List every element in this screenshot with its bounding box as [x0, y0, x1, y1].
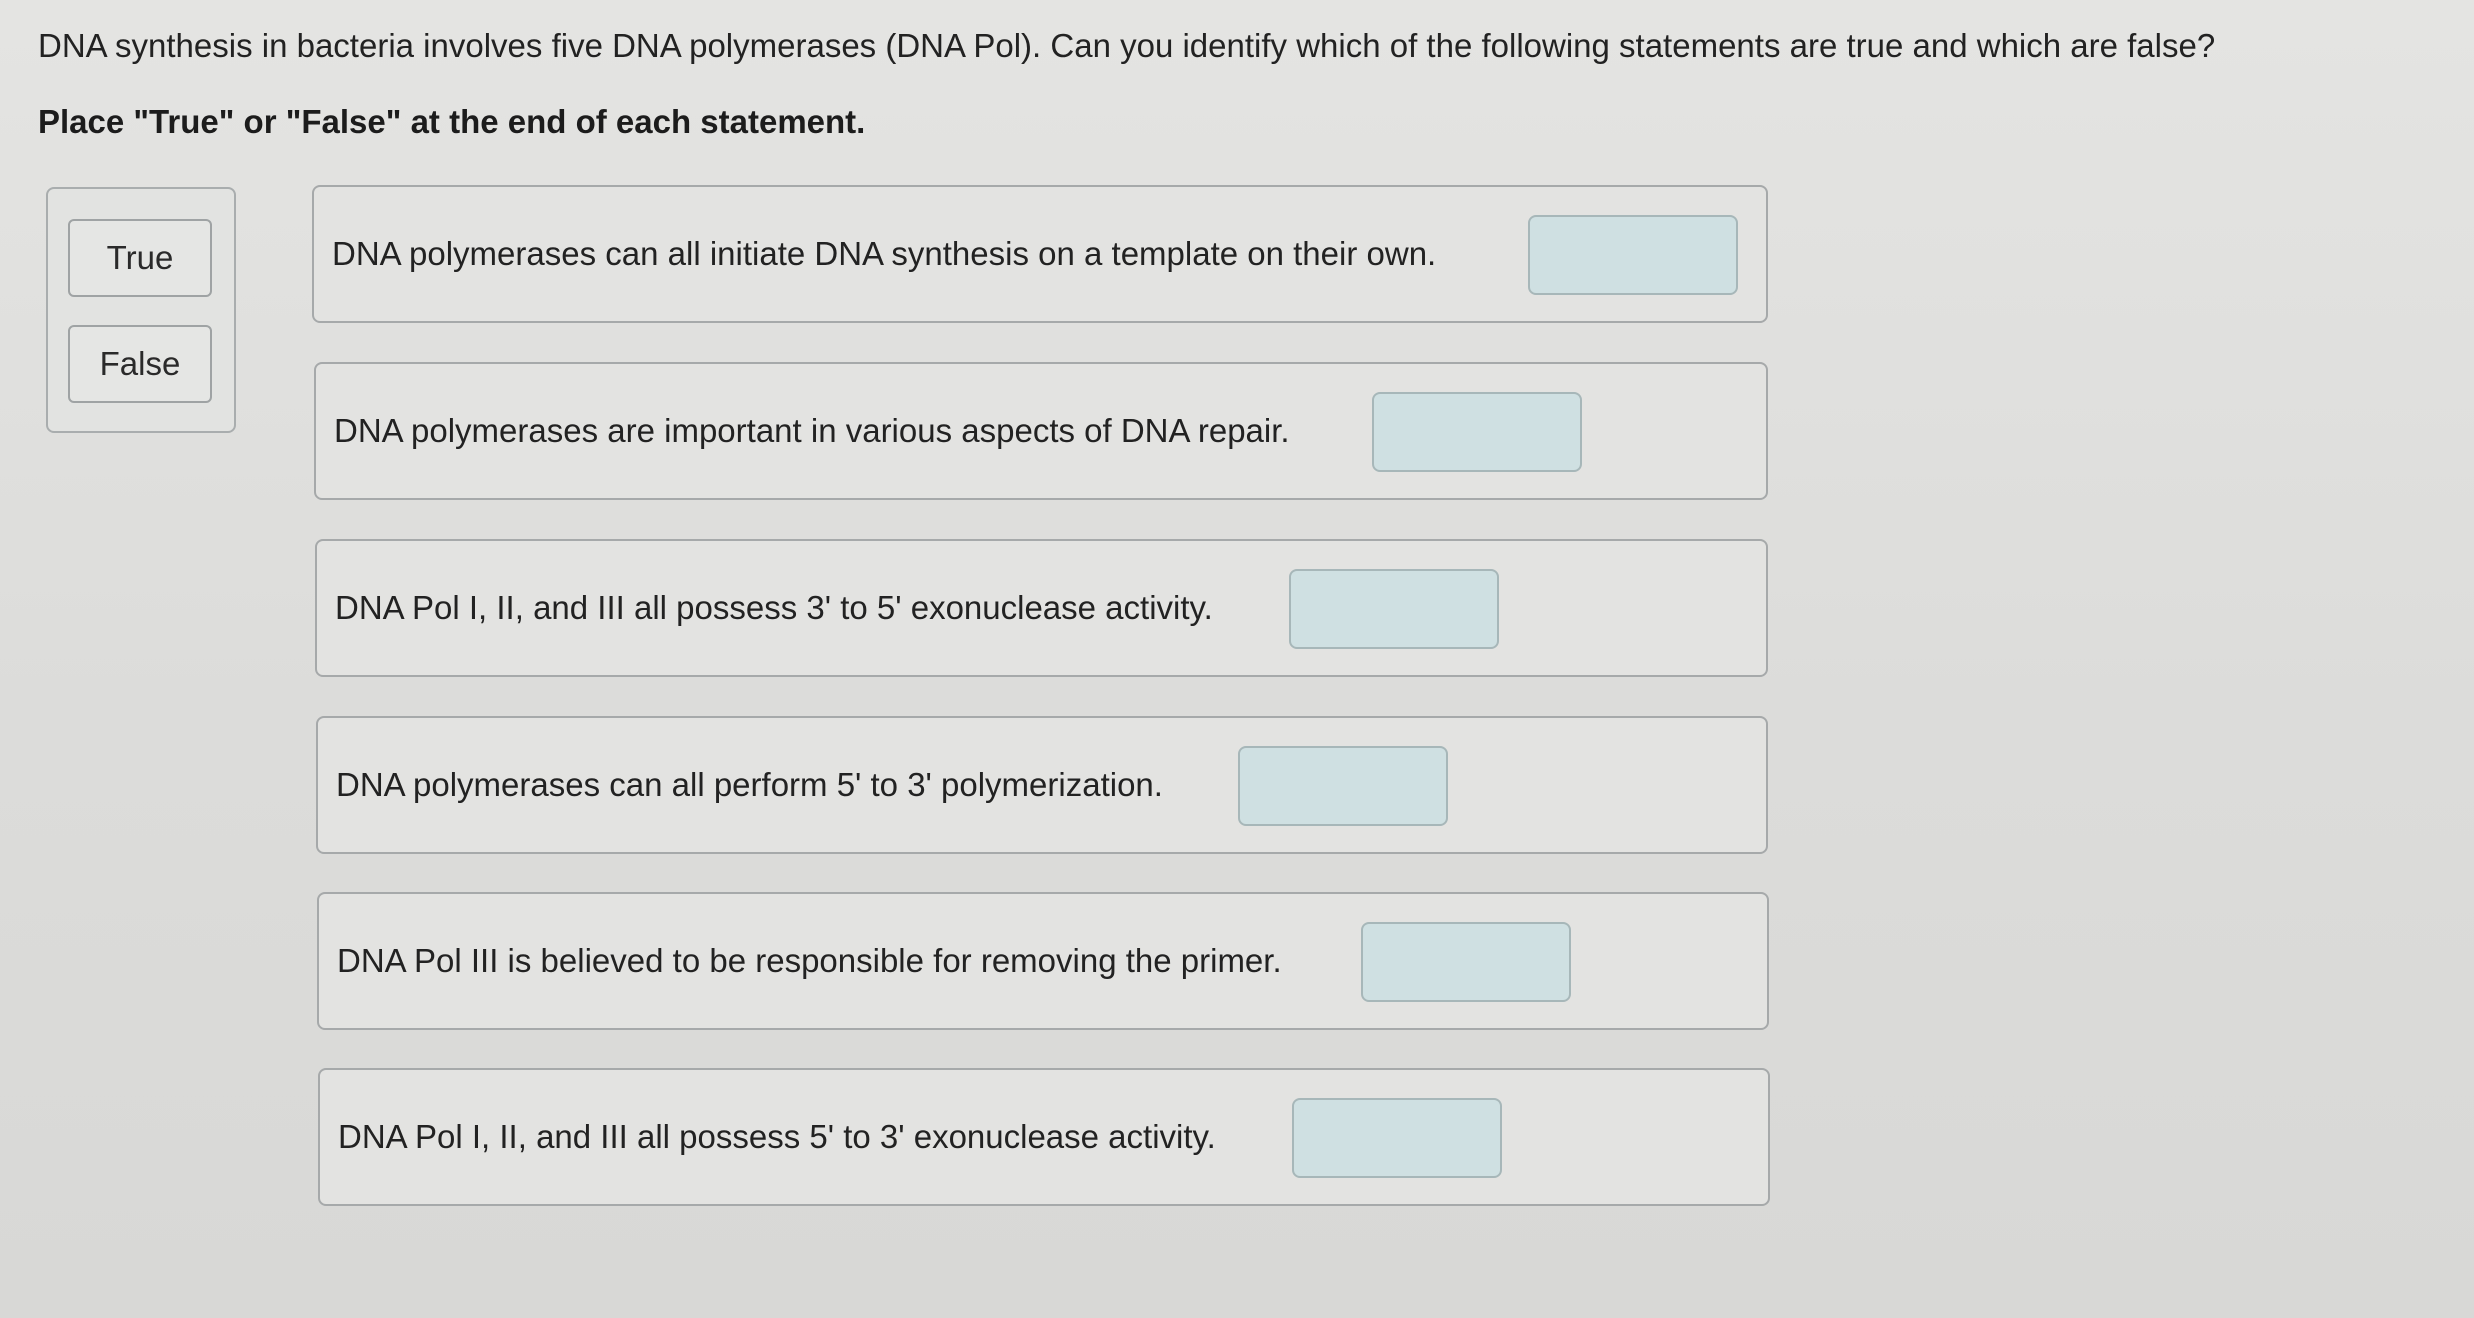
statement-text: DNA polymerases are important in various… [334, 412, 1290, 449]
answer-drop-target[interactable] [1361, 922, 1571, 1002]
answer-drop-target[interactable] [1528, 215, 1738, 295]
answer-bank: True False [46, 187, 236, 433]
question-text: DNA synthesis in bacteria involves five … [38, 27, 2216, 64]
statement-text: DNA Pol III is believed to be responsibl… [337, 942, 1282, 979]
statement-row: DNA Pol I, II, and III all possess 5' to… [318, 1068, 1770, 1206]
statement-row: DNA polymerases are important in various… [314, 362, 1768, 500]
false-chip[interactable]: False [68, 325, 212, 403]
statement-row: DNA polymerases can all initiate DNA syn… [312, 185, 1768, 323]
page: DNA synthesis in bacteria involves five … [0, 0, 2474, 1318]
answer-drop-target[interactable] [1292, 1098, 1502, 1178]
instruction-text: Place "True" or "False" at the end of ea… [38, 103, 866, 140]
answer-drop-target[interactable] [1289, 569, 1499, 649]
statement-text: DNA Pol I, II, and III all possess 5' to… [338, 1118, 1216, 1155]
statement-text: DNA polymerases can all initiate DNA syn… [332, 235, 1437, 272]
statement-row: DNA polymerases can all perform 5' to 3'… [316, 716, 1768, 854]
statement-row: DNA Pol III is believed to be responsibl… [317, 892, 1769, 1030]
answer-drop-target[interactable] [1372, 392, 1582, 472]
statement-text: DNA Pol I, II, and III all possess 3' to… [335, 589, 1213, 626]
statement-text: DNA polymerases can all perform 5' to 3'… [336, 766, 1163, 803]
statement-row: DNA Pol I, II, and III all possess 3' to… [315, 539, 1768, 677]
true-chip[interactable]: True [68, 219, 212, 297]
answer-drop-target[interactable] [1238, 746, 1448, 826]
